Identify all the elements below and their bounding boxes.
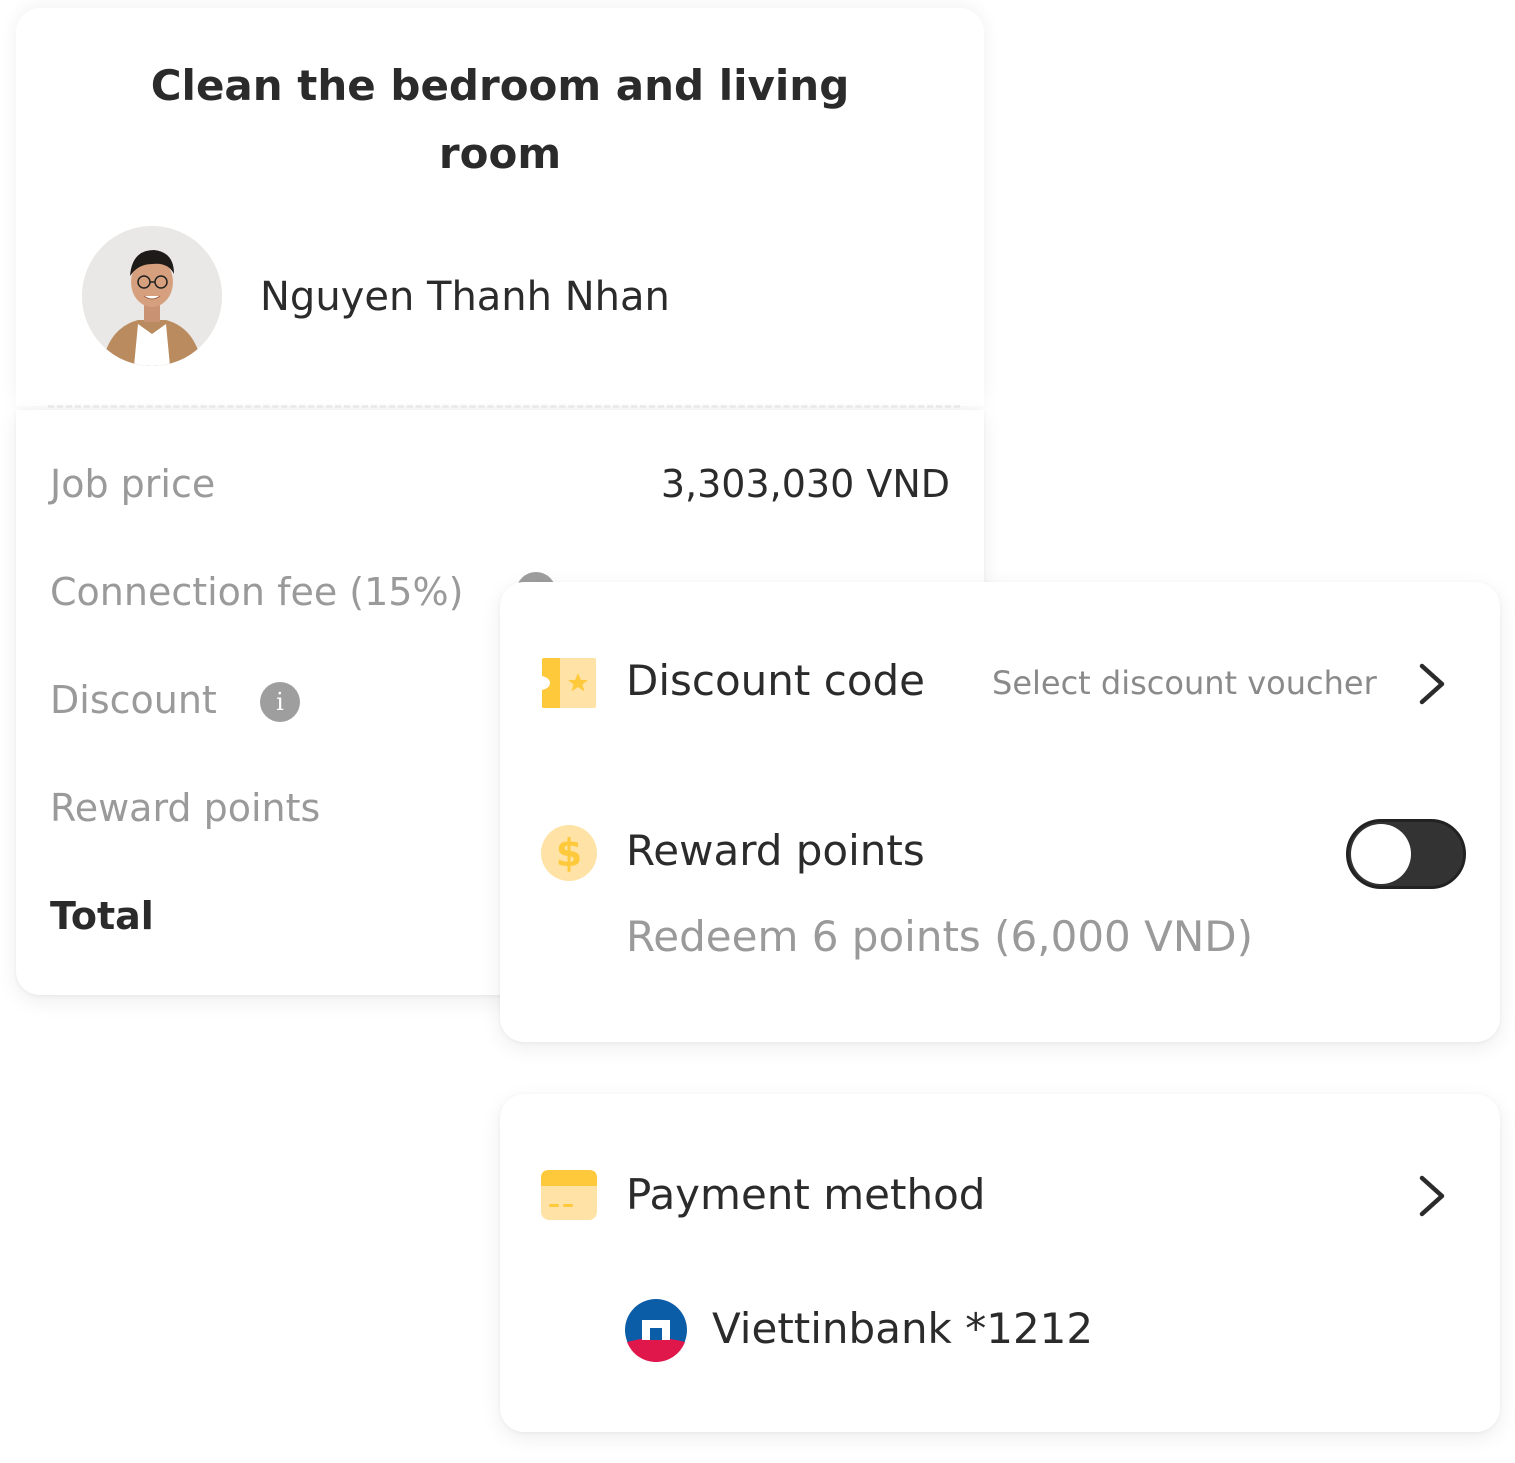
voucher-ticket-icon: [542, 658, 596, 708]
reward-redeem-text: Redeem 6 points (6,000 VND): [626, 912, 1254, 961]
worker-name: Nguyen Thanh Nhan: [260, 274, 670, 320]
bank-account-name: Viettinbank *1212: [712, 1304, 1094, 1353]
voucher-placeholder[interactable]: Select discount voucher: [992, 664, 1377, 702]
svg-text:$: $: [556, 831, 582, 875]
job-price-value: 3,303,030 VND: [660, 462, 950, 506]
chevron-right-icon[interactable]: [1412, 1172, 1452, 1220]
toggle-knob: [1351, 824, 1411, 884]
payment-card[interactable]: Payment method Viettinbank *1212: [500, 1094, 1500, 1432]
card-divider: [48, 405, 960, 408]
discount-code-row[interactable]: Discount code Select discount voucher: [500, 582, 1500, 782]
viettinbank-logo-icon: [625, 1299, 687, 1362]
job-summary-card: Clean the bedroom and living room Nguyen…: [16, 8, 984, 406]
chevron-right-icon[interactable]: [1412, 660, 1452, 708]
discount-code-label: Discount code: [626, 656, 926, 705]
avatar: [82, 226, 222, 366]
job-price-label: Job price: [50, 462, 216, 506]
payment-method-label: Payment method: [626, 1170, 986, 1219]
discount-label: Discount: [50, 678, 217, 722]
reward-points-label: Reward points: [50, 786, 321, 830]
job-title: Clean the bedroom and living room: [150, 61, 850, 178]
promo-card: Discount code Select discount voucher $ …: [500, 582, 1500, 1042]
reward-points-toggle[interactable]: [1346, 819, 1466, 889]
total-label: Total: [50, 894, 154, 938]
info-icon[interactable]: i: [260, 682, 300, 722]
connection-fee-label: Connection fee (15%): [50, 570, 464, 614]
dollar-coin-icon: $: [541, 825, 597, 881]
reward-points-title: Reward points: [626, 826, 925, 875]
credit-card-icon: [541, 1170, 597, 1220]
